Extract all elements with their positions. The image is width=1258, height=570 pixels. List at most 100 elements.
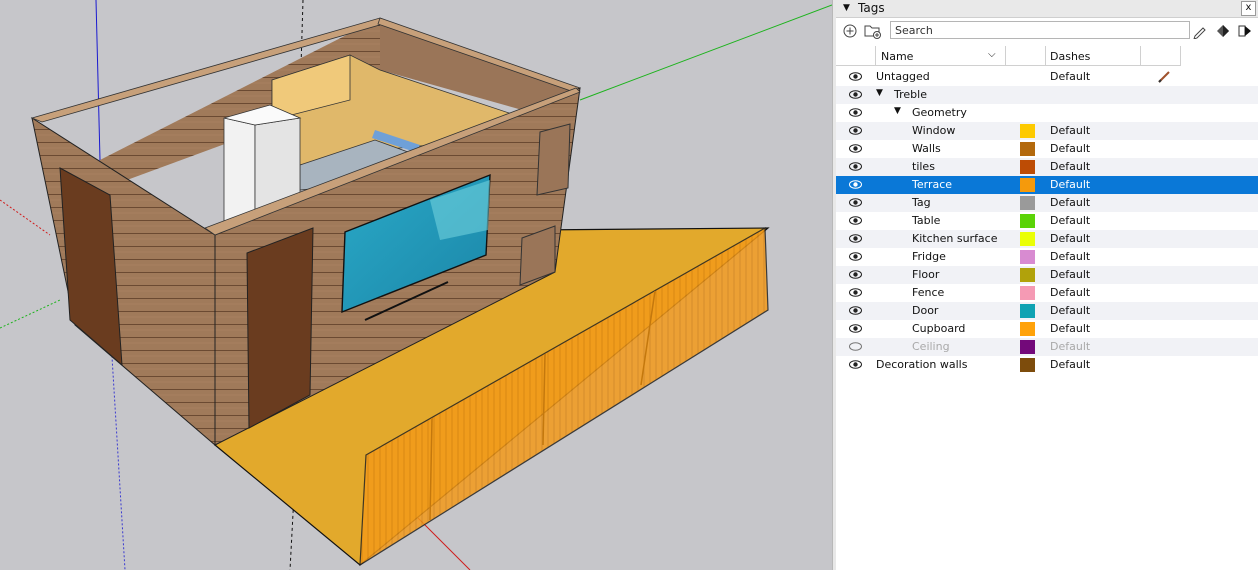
close-button[interactable]: x bbox=[1241, 1, 1256, 16]
color-column-header[interactable] bbox=[1006, 46, 1046, 66]
tag-dashes[interactable]: Default bbox=[1050, 124, 1090, 137]
search-input[interactable] bbox=[890, 21, 1190, 39]
tag-dashes[interactable]: Default bbox=[1050, 304, 1090, 317]
tag-color-swatch[interactable] bbox=[1020, 178, 1035, 192]
eye-icon[interactable] bbox=[849, 288, 862, 297]
tag-dashes[interactable]: Default bbox=[1050, 286, 1090, 299]
tag-dashes[interactable]: Default bbox=[1050, 160, 1090, 173]
tag-name[interactable]: Door bbox=[912, 304, 938, 317]
tag-dashes[interactable]: Default bbox=[1050, 70, 1090, 83]
tag-row[interactable]: Untagged Default bbox=[836, 68, 1258, 86]
eye-closed-icon[interactable] bbox=[849, 342, 862, 351]
tag-color-swatch[interactable] bbox=[1020, 124, 1035, 138]
eye-icon[interactable] bbox=[849, 126, 862, 135]
tag-dashes[interactable]: Default bbox=[1050, 250, 1090, 263]
add-folder-button[interactable] bbox=[863, 21, 883, 41]
tag-row[interactable]: Cupboard Default bbox=[836, 320, 1258, 338]
tag-row[interactable]: ▼ Treble bbox=[836, 86, 1258, 104]
chevron-down-icon[interactable]: ⌵ bbox=[988, 49, 996, 60]
tag-name[interactable]: Cupboard bbox=[912, 322, 965, 335]
tag-row[interactable]: Door Default bbox=[836, 302, 1258, 320]
tag-row[interactable]: Terrace Default bbox=[836, 176, 1258, 194]
tag-tool-button[interactable] bbox=[1190, 21, 1210, 41]
model-canvas[interactable] bbox=[0, 0, 832, 570]
eye-icon[interactable] bbox=[849, 90, 862, 99]
tag-row[interactable]: Fence Default bbox=[836, 284, 1258, 302]
eye-icon[interactable] bbox=[849, 180, 862, 189]
tag-color-swatch[interactable] bbox=[1020, 322, 1035, 336]
eye-icon[interactable] bbox=[849, 216, 862, 225]
tag-name[interactable]: Terrace bbox=[912, 178, 952, 191]
color-by-tag-button[interactable] bbox=[1213, 21, 1233, 41]
tag-dashes[interactable]: Default bbox=[1050, 268, 1090, 281]
tag-row[interactable]: Ceiling Default bbox=[836, 338, 1258, 356]
eye-icon[interactable] bbox=[849, 108, 862, 117]
tag-color-swatch[interactable] bbox=[1020, 160, 1035, 174]
tag-dashes[interactable]: Default bbox=[1050, 196, 1090, 209]
tag-dashes[interactable]: Default bbox=[1050, 358, 1090, 371]
tag-name[interactable]: Kitchen surface bbox=[912, 232, 998, 245]
tag-dashes[interactable]: Default bbox=[1050, 340, 1090, 353]
tag-color-swatch[interactable] bbox=[1020, 142, 1035, 156]
eye-icon[interactable] bbox=[849, 252, 862, 261]
eye-icon[interactable] bbox=[849, 324, 862, 333]
collapse-icon[interactable]: ▼ bbox=[843, 3, 850, 13]
tag-name[interactable]: Fridge bbox=[912, 250, 946, 263]
tag-color-swatch[interactable] bbox=[1020, 286, 1035, 300]
name-column-header[interactable]: Name ⌵ bbox=[876, 46, 1006, 66]
tag-name[interactable]: Window bbox=[912, 124, 955, 137]
add-tag-button[interactable] bbox=[840, 21, 860, 41]
pencil-icon[interactable] bbox=[1158, 71, 1170, 83]
tag-dashes[interactable]: Default bbox=[1050, 142, 1090, 155]
3d-viewport[interactable] bbox=[0, 0, 832, 570]
tag-dashes[interactable]: Default bbox=[1050, 178, 1090, 191]
tag-row[interactable]: ▼ Geometry bbox=[836, 104, 1258, 122]
eye-icon[interactable] bbox=[849, 360, 862, 369]
expand-toggle-icon[interactable]: ▼ bbox=[894, 106, 901, 116]
visibility-column-header[interactable] bbox=[836, 46, 876, 66]
tag-row[interactable]: Table Default bbox=[836, 212, 1258, 230]
tag-row[interactable]: Tag Default bbox=[836, 194, 1258, 212]
tag-name[interactable]: tiles bbox=[912, 160, 935, 173]
eye-icon[interactable] bbox=[849, 72, 862, 81]
tag-row[interactable]: Floor Default bbox=[836, 266, 1258, 284]
tag-color-swatch[interactable] bbox=[1020, 232, 1035, 246]
tag-name[interactable]: Tag bbox=[912, 196, 931, 209]
tags-titlebar[interactable]: ▼ Tags x bbox=[836, 0, 1258, 18]
eye-icon[interactable] bbox=[849, 306, 862, 315]
tag-name[interactable]: Ceiling bbox=[912, 340, 950, 353]
tag-row[interactable]: Decoration walls Default bbox=[836, 356, 1258, 374]
eye-icon[interactable] bbox=[849, 162, 862, 171]
tag-dashes[interactable]: Default bbox=[1050, 232, 1090, 245]
tag-row[interactable]: tiles Default bbox=[836, 158, 1258, 176]
tag-color-swatch[interactable] bbox=[1020, 304, 1035, 318]
extra-column-header[interactable] bbox=[1141, 46, 1181, 66]
tag-name[interactable]: Geometry bbox=[912, 106, 967, 119]
tag-color-swatch[interactable] bbox=[1020, 196, 1035, 210]
eye-icon[interactable] bbox=[849, 198, 862, 207]
dashes-column-header[interactable]: Dashes bbox=[1046, 46, 1141, 66]
tag-row[interactable]: Kitchen surface Default bbox=[836, 230, 1258, 248]
tag-name[interactable]: Floor bbox=[912, 268, 939, 281]
tag-name[interactable]: Table bbox=[912, 214, 940, 227]
eye-icon[interactable] bbox=[849, 144, 862, 153]
tag-color-swatch[interactable] bbox=[1020, 214, 1035, 228]
tag-name[interactable]: Walls bbox=[912, 142, 941, 155]
tag-name[interactable]: Fence bbox=[912, 286, 944, 299]
tag-row[interactable]: Window Default bbox=[836, 122, 1258, 140]
tag-name[interactable]: Untagged bbox=[876, 70, 930, 83]
eye-icon[interactable] bbox=[849, 270, 862, 279]
tag-name[interactable]: Treble bbox=[894, 88, 927, 101]
tag-color-swatch[interactable] bbox=[1020, 250, 1035, 264]
eye-icon[interactable] bbox=[849, 234, 862, 243]
tag-name[interactable]: Decoration walls bbox=[876, 358, 967, 371]
details-menu-button[interactable] bbox=[1235, 21, 1255, 41]
expand-toggle-icon[interactable]: ▼ bbox=[876, 88, 883, 98]
tag-color-swatch[interactable] bbox=[1020, 340, 1035, 354]
tag-color-swatch[interactable] bbox=[1020, 268, 1035, 282]
tag-dashes[interactable]: Default bbox=[1050, 214, 1090, 227]
tag-color-swatch[interactable] bbox=[1020, 358, 1035, 372]
tag-dashes[interactable]: Default bbox=[1050, 322, 1090, 335]
tag-row[interactable]: Walls Default bbox=[836, 140, 1258, 158]
tag-row[interactable]: Fridge Default bbox=[836, 248, 1258, 266]
